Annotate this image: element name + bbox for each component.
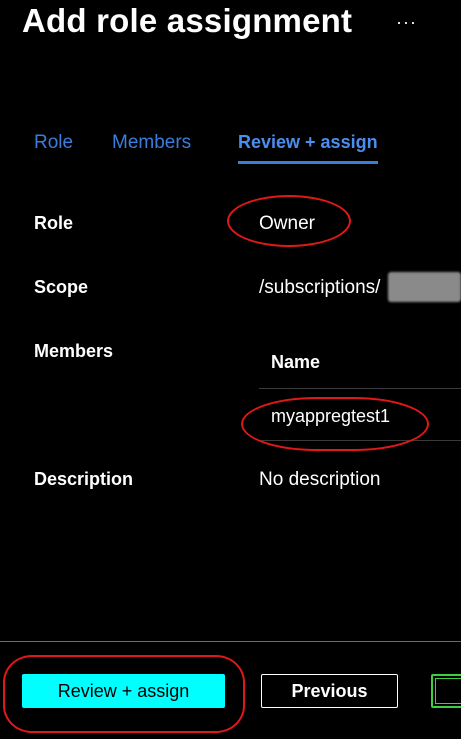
description-label: Description (34, 469, 134, 489)
redacted-subscription-id (388, 272, 461, 302)
tab-review-assign[interactable]: Review + assign (238, 132, 378, 164)
footer-bar: Review + assign Previous (0, 641, 461, 739)
members-table: Name myappregtest1 (259, 340, 461, 442)
more-options-icon[interactable]: ··· (396, 12, 417, 33)
scope-label: Scope (34, 277, 89, 297)
column-header-name: Name (271, 352, 321, 372)
tab-bar: Role Members Review + assign (0, 132, 461, 172)
next-button[interactable] (431, 674, 461, 708)
table-divider (259, 440, 461, 441)
member-row-name: myappregtest1 (271, 406, 391, 426)
tab-members[interactable]: Members (112, 132, 191, 154)
role-label: Role (34, 213, 74, 233)
scope-value: /subscriptions/ (259, 277, 381, 298)
table-divider (259, 388, 461, 389)
page-title: Add role assignment (22, 2, 353, 39)
tab-role[interactable]: Role (34, 132, 73, 154)
members-label: Members (34, 341, 114, 361)
previous-button[interactable]: Previous (261, 674, 398, 708)
review-assign-button[interactable]: Review + assign (22, 674, 225, 708)
role-value: Owner (259, 213, 315, 234)
description-value: No description (259, 469, 381, 490)
